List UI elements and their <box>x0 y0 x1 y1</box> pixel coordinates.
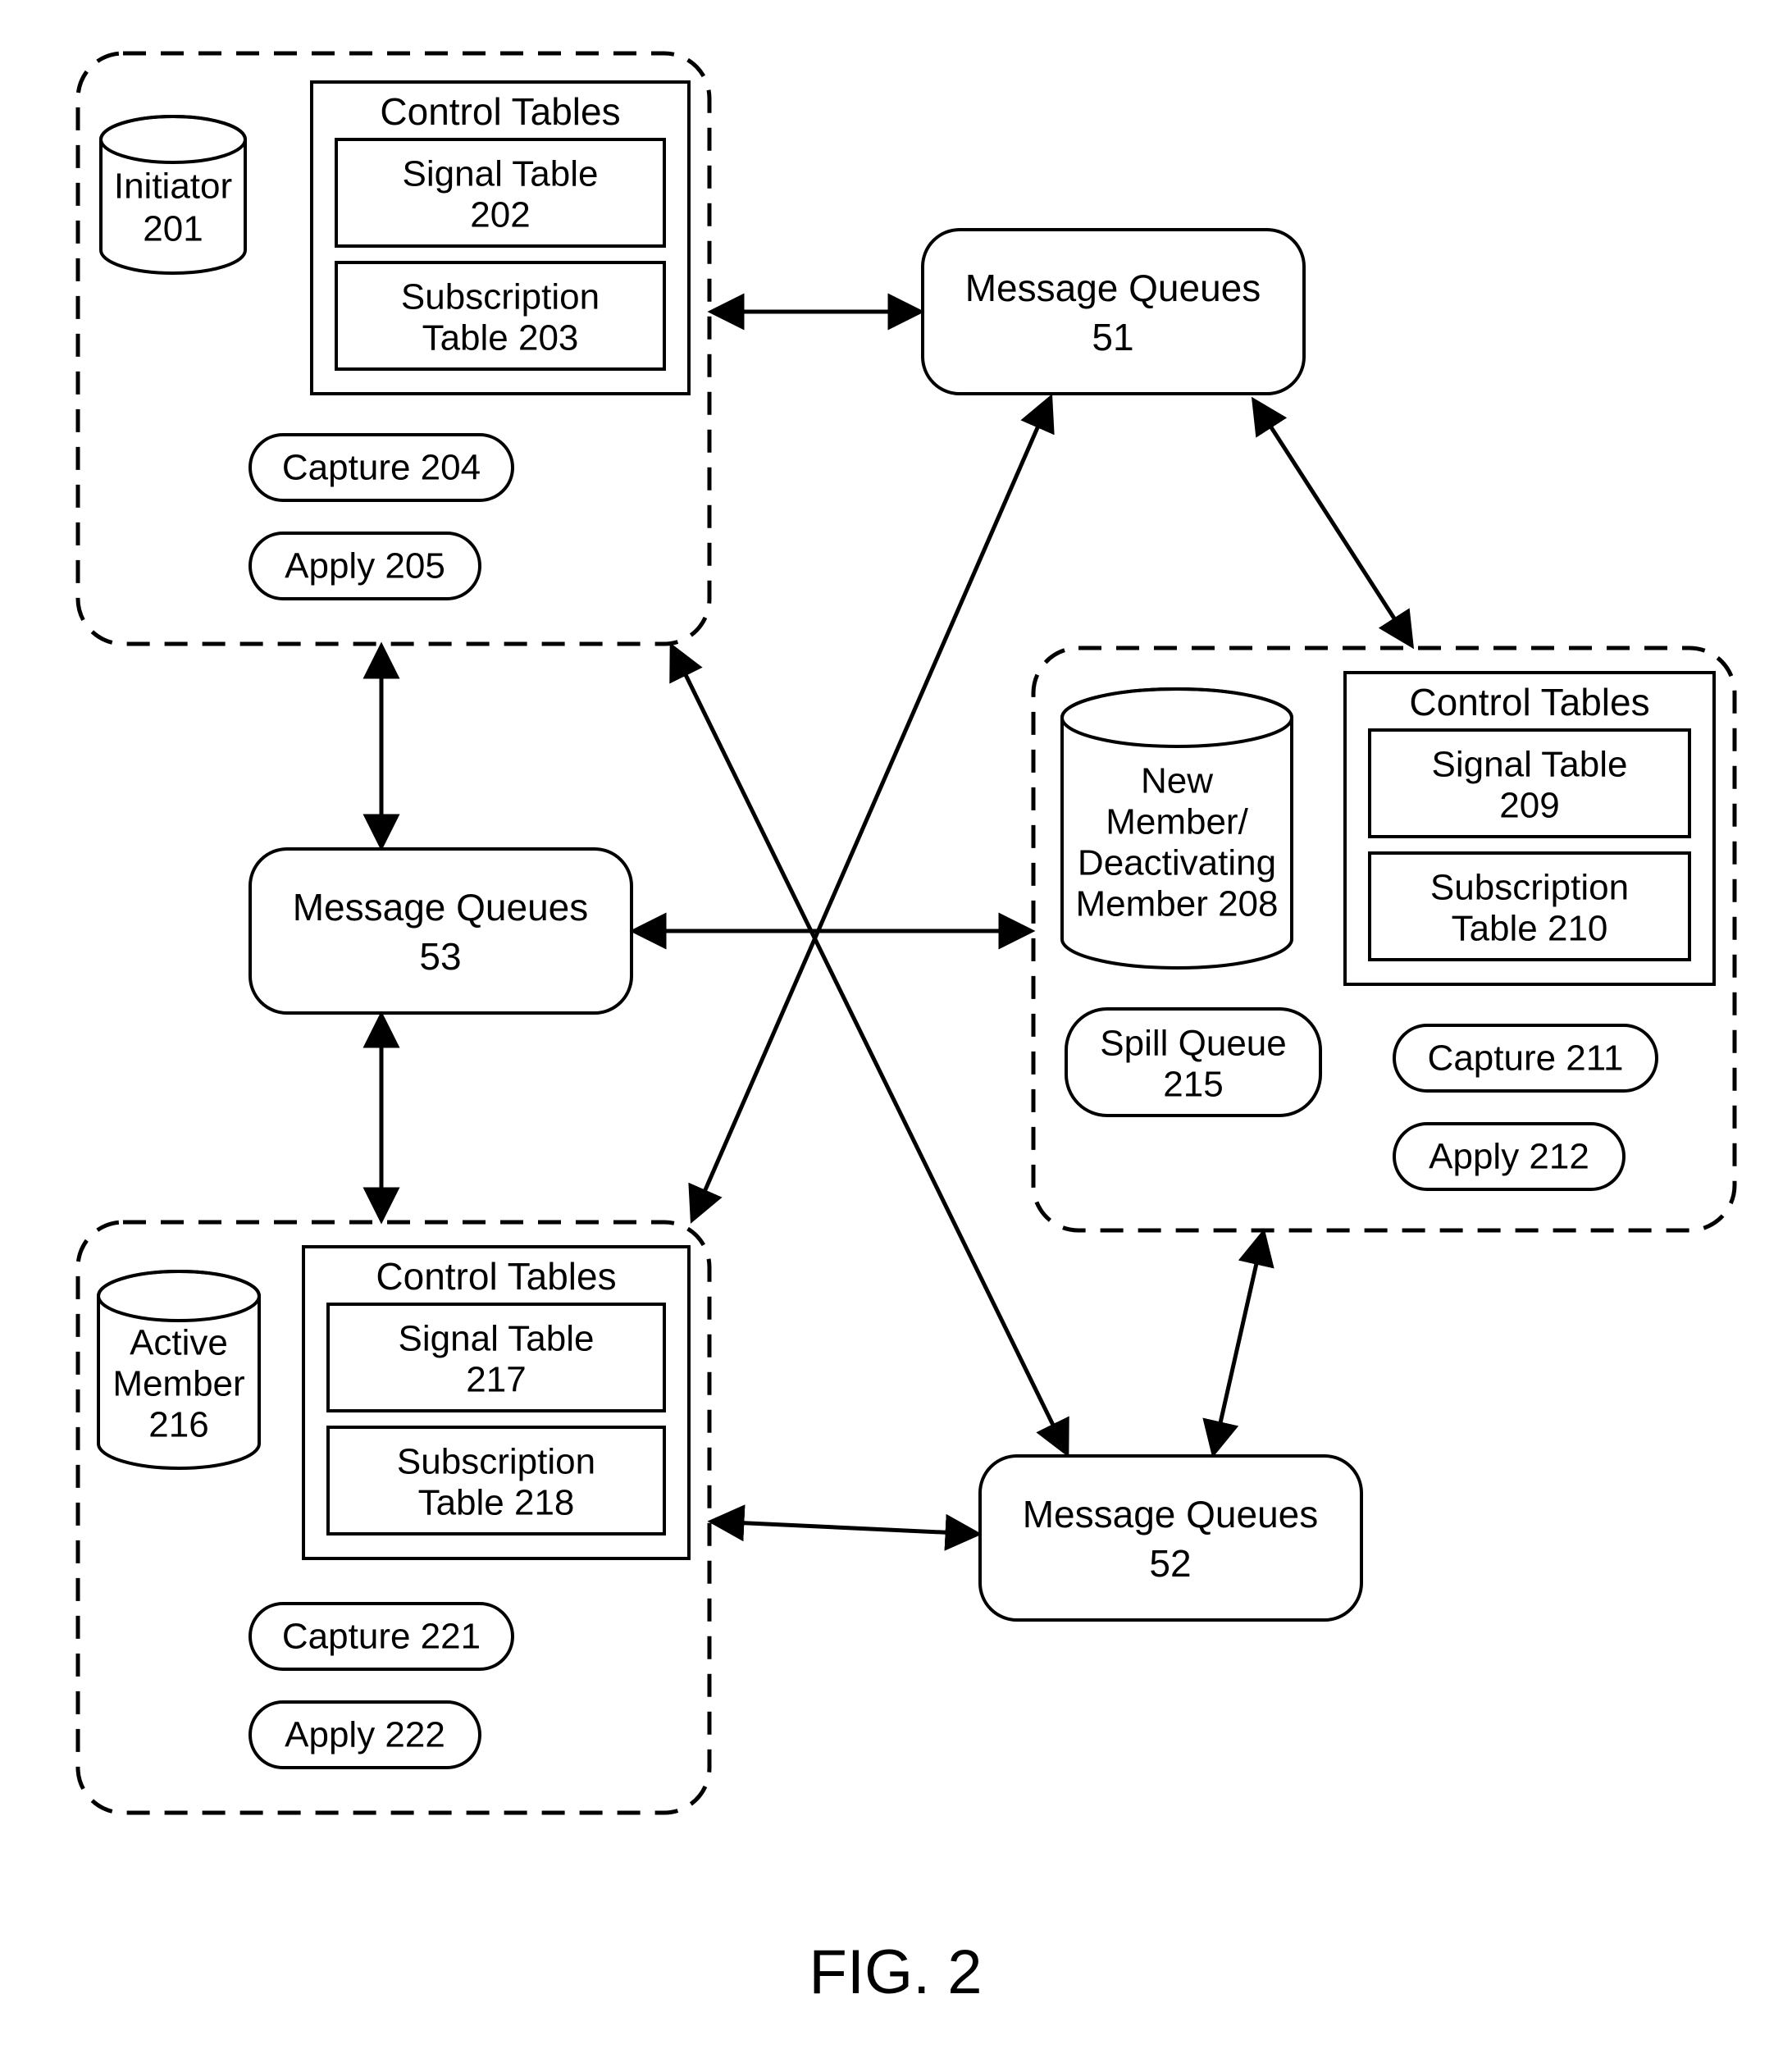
new-member-line1: New <box>1141 761 1213 801</box>
new-member-line3: Deactivating <box>1078 843 1276 883</box>
mq51-line2: 51 <box>1092 316 1133 358</box>
signal-table-217-line1: Signal Table <box>399 1319 595 1359</box>
active-member-line3: 216 <box>148 1405 208 1445</box>
signal-table-202-line2: 202 <box>470 195 530 235</box>
figure-label: FIG. 2 <box>809 1937 982 2007</box>
signal-table-209-line1: Signal Table <box>1432 745 1628 785</box>
control-tables-top-label: Control Tables <box>380 90 620 133</box>
arrow-right-mq52 <box>1214 1234 1263 1452</box>
mq53-line2: 53 <box>419 935 461 978</box>
arrow-top-mq52 <box>673 648 1066 1452</box>
mq52-line1: Message Queues <box>1023 1493 1319 1536</box>
initiator-label-line2: 201 <box>143 209 203 249</box>
initiator-label-line1: Initiator <box>114 167 232 207</box>
diagram-canvas: Initiator 201 Control Tables Signal Tabl… <box>0 0 1792 2058</box>
signal-table-209-line2: 209 <box>1499 786 1559 826</box>
spill-queue-line2: 215 <box>1163 1065 1223 1105</box>
apply-222-label: Apply 222 <box>285 1715 445 1755</box>
new-member-line4: Member 208 <box>1075 884 1278 924</box>
arrow-mq51-right <box>1255 402 1411 644</box>
control-tables-bottom: Control Tables Signal Table 217 Subscrip… <box>303 1247 689 1558</box>
subscription-table-210-line2: Table 210 <box>1452 909 1608 949</box>
message-queues-52: Message Queues 52 <box>980 1456 1361 1620</box>
subscription-table-218-line1: Subscription <box>397 1442 595 1482</box>
subscription-table-203-line2: Table 203 <box>422 318 579 358</box>
mq53-line1: Message Queues <box>293 886 589 929</box>
group-active-member: Active Member 216 Control Tables Signal … <box>78 1222 709 1813</box>
cylinder-active-member: Active Member 216 <box>98 1271 259 1468</box>
active-member-line2: Member <box>112 1364 244 1404</box>
capture-211-label: Capture 211 <box>1428 1038 1624 1079</box>
mq52-line2: 52 <box>1149 1542 1191 1585</box>
subscription-table-210-line1: Subscription <box>1430 868 1629 908</box>
capture-221-label: Capture 221 <box>282 1617 481 1657</box>
subscription-table-218-line2: Table 218 <box>418 1483 575 1523</box>
spill-queue-line1: Spill Queue <box>1100 1024 1286 1064</box>
signal-table-217-line2: 217 <box>466 1360 526 1400</box>
group-new-member: New Member/ Deactivating Member 208 Cont… <box>1033 648 1735 1230</box>
control-tables-right-label: Control Tables <box>1409 681 1649 723</box>
signal-table-202-line1: Signal Table <box>403 154 599 194</box>
control-tables-bottom-label: Control Tables <box>376 1255 616 1298</box>
message-queues-51: Message Queues 51 <box>923 230 1304 394</box>
apply-205-label: Apply 205 <box>285 546 445 586</box>
cylinder-initiator: Initiator 201 <box>101 116 245 273</box>
new-member-line2: Member/ <box>1106 802 1248 842</box>
message-queues-53: Message Queues 53 <box>250 849 632 1013</box>
apply-212-label: Apply 212 <box>1429 1137 1589 1177</box>
active-member-line1: Active <box>130 1323 228 1363</box>
mq51-line1: Message Queues <box>965 267 1261 309</box>
arrow-bottom-mq51 <box>693 399 1050 1218</box>
arrow-bottom-mq52 <box>714 1522 976 1534</box>
subscription-table-203-line1: Subscription <box>401 277 600 317</box>
cylinder-new-member: New Member/ Deactivating Member 208 <box>1062 689 1292 968</box>
control-tables-top: Control Tables Signal Table 202 Subscrip… <box>312 82 689 394</box>
control-tables-right: Control Tables Signal Table 209 Subscrip… <box>1345 673 1714 984</box>
group-initiator: Initiator 201 Control Tables Signal Tabl… <box>78 53 709 644</box>
capture-204-label: Capture 204 <box>282 448 481 488</box>
